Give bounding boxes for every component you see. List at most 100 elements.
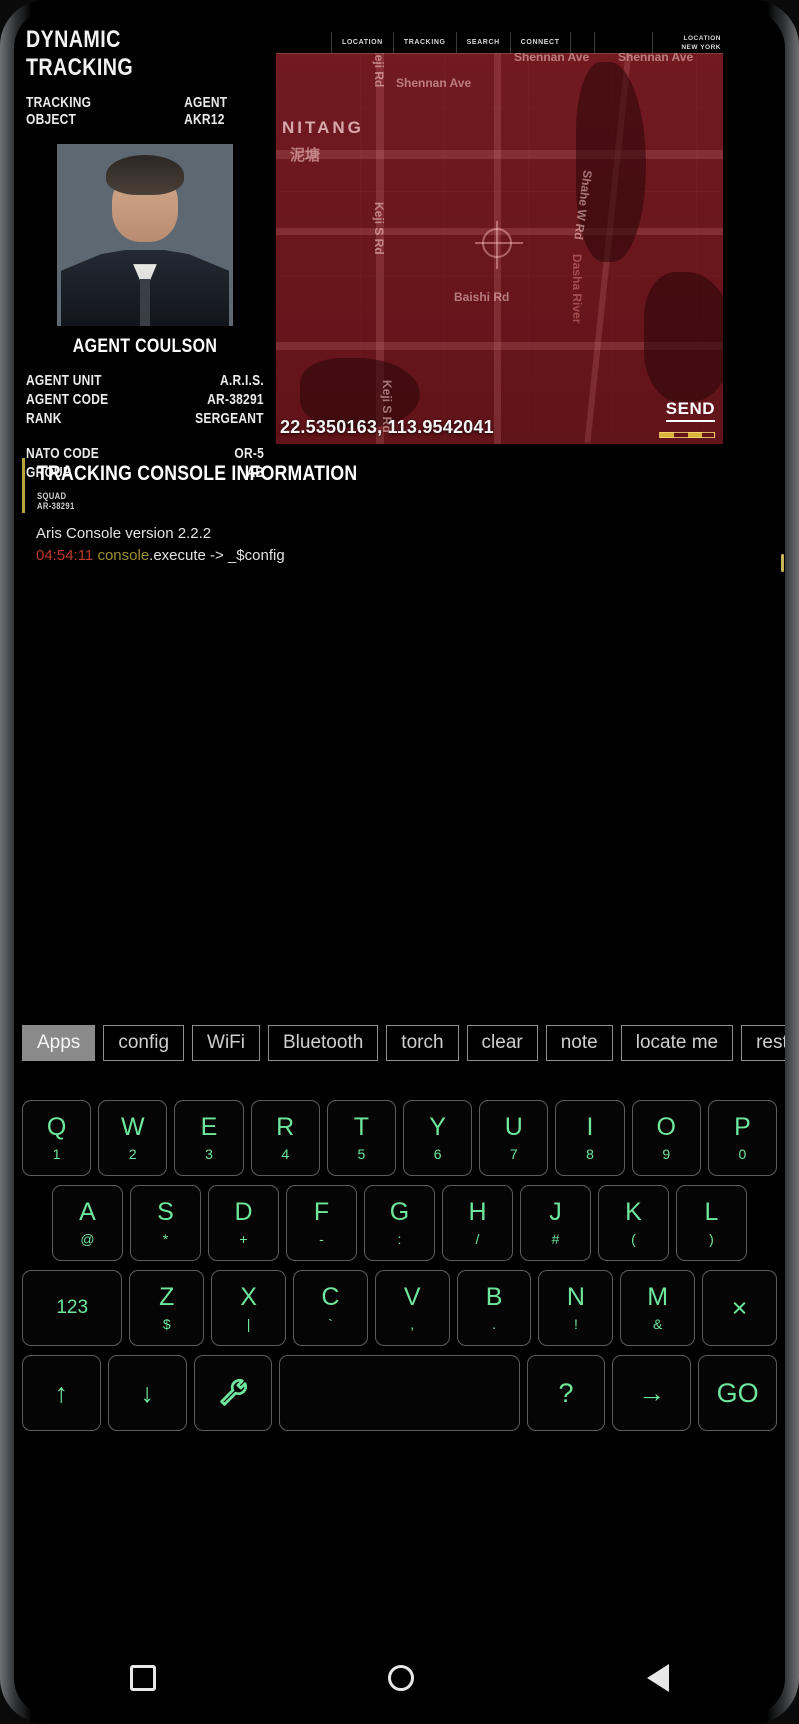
tracking-map[interactable]: NITANG 泥塘 Shennan Ave Shennan Ave Shenna… [276,32,723,444]
key-x[interactable]: X | [211,1270,286,1346]
map-coordinates: 22.5350163, 113.9542041 [280,417,494,437]
squad-code: AR-38291 [37,501,75,511]
key-q[interactable]: Q1 [22,1100,92,1176]
wrench-icon [220,1378,248,1406]
console-output[interactable]: Aris Console version 2.2.2 04:54:11 cons… [14,513,785,567]
backspace-key[interactable]: × [702,1270,777,1346]
key-i[interactable]: I8 [555,1100,625,1176]
key-p[interactable]: P0 [707,1100,778,1176]
key-numeric-mode[interactable]: 123 [22,1270,123,1346]
key-c[interactable]: C ` [292,1270,368,1346]
chip-restart[interactable]: restart [741,1025,785,1061]
arrow-down-key[interactable]: ↓ [107,1355,187,1431]
key-f[interactable]: F- [286,1185,357,1261]
stats-divider [26,429,264,445]
map-nav-search[interactable]: SEARCH [456,32,511,53]
console-title: TRACKING CONSOLE INFORMATION [37,462,358,485]
photo-tie [139,278,151,326]
recents-button[interactable] [130,1665,157,1691]
map-nav-connect[interactable]: CONNECT [510,32,571,53]
key-j[interactable]: J # [520,1185,591,1261]
key-s[interactable]: S * [130,1185,201,1261]
key-e[interactable]: E3 [174,1100,244,1176]
map-nav-location[interactable]: LOCATION [332,32,394,53]
key-k[interactable]: K( [598,1185,669,1261]
stat-key: RANK [26,410,62,427]
console-squad-info: SQUAD AR-38291 [37,491,785,511]
map-label: Keji S Rd [372,202,386,255]
key-g[interactable]: G: [364,1185,435,1261]
map-location-badge-value: NEW YORK [681,44,721,52]
map-region [644,272,723,402]
send-button[interactable]: SEND [665,399,715,422]
map-nav-empty [570,32,595,53]
key-w[interactable]: W2 [98,1100,168,1176]
key-d[interactable]: D + [208,1185,279,1261]
phone-device-frame: DYNAMIC TRACKING TRACKING OBJECT AGENT A… [0,0,799,1724]
console-header: TRACKING CONSOLE INFORMATION SQUAD AR-38… [22,458,785,513]
map-nav-empty [595,32,653,53]
key-m[interactable]: M & [620,1270,696,1346]
key-v[interactable]: V, [374,1270,450,1346]
stat-value: AR-38291 [207,391,264,408]
map-label: Dasha River [570,254,584,324]
key-a[interactable]: A @ [52,1185,123,1261]
chip-wifi[interactable]: WiFi [192,1025,260,1061]
home-button[interactable] [388,1665,415,1691]
key-u[interactable]: U7 [479,1100,549,1176]
tracking-object-label: TRACKING OBJECT [26,94,92,128]
console-version-text: Aris Console version 2.2.2 [36,525,212,542]
go-key[interactable]: GO [698,1355,777,1431]
map-location-badge: LOCATION NEW YORK [681,34,721,53]
chip-apps[interactable]: Apps [22,1025,96,1061]
arrow-up-key[interactable]: ↑ [22,1355,101,1431]
chip-bluetooth[interactable]: Bluetooth [268,1025,379,1061]
key-o[interactable]: O9 [631,1100,701,1176]
space-key[interactable] [279,1355,520,1431]
key-z[interactable]: Z $ [129,1270,205,1346]
key-r[interactable]: R4 [250,1100,320,1176]
android-navigation-bar [14,1640,785,1716]
agent-name: AGENT COULSON [72,336,218,357]
keyboard-row-4: ↑ ↓ ? → GO [18,1355,781,1431]
chip-note[interactable]: note [545,1025,613,1061]
stat-row: RANK SERGEANT [26,410,264,427]
chip-locate-me[interactable]: locate me [620,1025,734,1061]
back-button[interactable] [646,1664,669,1692]
wrench-key[interactable] [193,1355,273,1431]
console-command-name: console [97,546,150,564]
question-key[interactable]: ? [526,1355,606,1431]
squad-label: SQUAD [37,491,67,501]
map-label: NITANG [282,118,364,137]
chip-torch[interactable]: torch [386,1025,459,1061]
key-n[interactable]: N! [538,1270,614,1346]
phone-screen: DYNAMIC TRACKING TRACKING OBJECT AGENT A… [14,10,785,1716]
arrow-right-key[interactable]: → [612,1355,692,1431]
map-label: Baishi Rd [454,290,510,304]
tracking-object-row: TRACKING OBJECT AGENT AKR12 [26,94,264,128]
console-line-version: Aris Console version 2.2.2 [36,523,785,545]
map-nav-tracking[interactable]: TRACKING [393,32,457,53]
console-scrollbar[interactable] [781,554,784,572]
chip-config[interactable]: config [103,1025,185,1061]
map-label-cjk: 泥塘 [290,147,321,164]
map-nav-spacer [276,32,332,53]
map-crosshair-icon [475,221,523,269]
key-h[interactable]: H / [442,1185,513,1261]
agent-photo [57,144,233,326]
agent-info-panel: DYNAMIC TRACKING TRACKING OBJECT AGENT A… [14,10,276,481]
key-l[interactable]: L) [676,1185,747,1261]
map-nav-bar: LOCATION TRACKING SEARCH CONNECT [276,32,723,54]
tracking-object-value: AGENT AKR12 [183,94,227,128]
keyboard-row-1: Q1 W2 E3 R4 T5 Y6 U7 I8 O9 P0 [18,1100,781,1176]
map-location-badge-label: LOCATION [683,35,721,42]
map-label: Shennan Ave [396,76,472,90]
chip-clear[interactable]: clear [466,1025,538,1061]
keyboard-row-2: A @ S * D + F- G: H / J # K( L) [18,1185,781,1261]
console-timestamp: 04:54:11 [36,546,98,564]
key-t[interactable]: T5 [326,1100,397,1176]
key-b[interactable]: B. [456,1270,532,1346]
photo-hair [106,154,184,195]
key-y[interactable]: Y6 [403,1100,473,1176]
console-command-args: .execute -> _$config [149,546,285,564]
